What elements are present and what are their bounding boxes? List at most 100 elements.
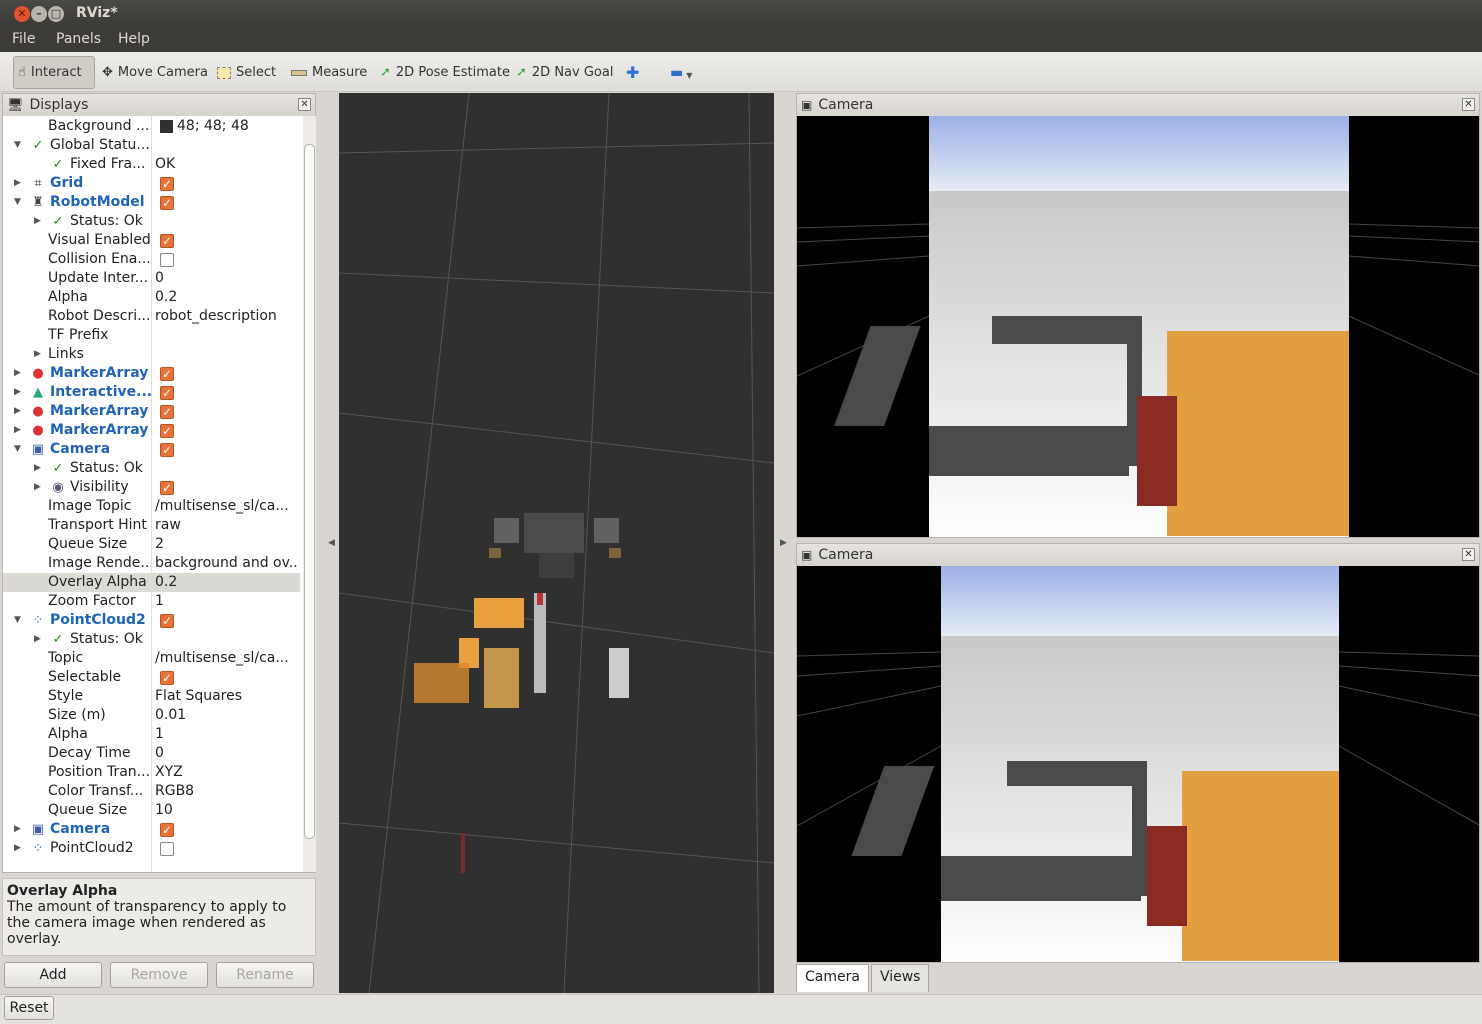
menu-file[interactable]: File (12, 31, 35, 47)
tree-row-value[interactable]: 2 (155, 535, 297, 554)
tree-row-value[interactable]: /multisense_sl/ca... (155, 649, 297, 668)
tree-row-value[interactable]: RGB8 (155, 782, 297, 801)
tree-row[interactable]: Selectable (3, 668, 300, 688)
expand-right-icon[interactable]: ▶ (34, 478, 44, 497)
tree-row[interactable]: Queue Size 10 (3, 801, 300, 820)
tree-row[interactable]: Size (m) 0.01 (3, 706, 300, 725)
tree-row[interactable]: ▶ ● MarkerArray (3, 421, 300, 441)
add-button[interactable]: Add (4, 962, 102, 988)
tree-row[interactable]: Image Topic/multisense_sl/ca... (3, 497, 300, 516)
tree-row[interactable]: Image Rende... background and ov... (3, 554, 300, 573)
tree-row[interactable]: ▼ ✓ Global Statu... (3, 136, 300, 155)
tree-row[interactable]: ▼ ▣ Camera (3, 440, 300, 460)
tree-row[interactable]: Collision Ena... (3, 250, 300, 269)
remove-button[interactable]: Remove (110, 962, 208, 988)
expand-right-icon[interactable]: ▶ (34, 459, 44, 478)
maximize-window-icon[interactable]: □ (48, 6, 64, 22)
close-window-icon[interactable]: ✕ (14, 6, 30, 22)
color-swatch[interactable] (160, 120, 173, 133)
splitter-left-arrow-icon[interactable]: ◀ (328, 538, 335, 548)
expand-right-icon[interactable]: ▶ (14, 839, 24, 858)
expand-right-icon[interactable]: ▶ (34, 212, 44, 231)
expand-right-icon[interactable]: ▶ (14, 421, 24, 440)
expand-right-icon[interactable]: ▶ (14, 402, 24, 421)
minimize-window-icon[interactable]: – (31, 6, 47, 22)
expand-right-icon[interactable]: ▶ (34, 345, 44, 364)
checkbox[interactable] (160, 232, 174, 251)
expand-down-icon[interactable]: ▼ (14, 136, 24, 155)
select-tool[interactable]: Select (213, 56, 280, 89)
tree-row-value[interactable]: Flat Squares (155, 687, 297, 706)
tree-row[interactable]: Color Transf... RGB8 (3, 782, 300, 801)
tree-row-value[interactable]: 10 (155, 801, 297, 820)
checkbox[interactable] (160, 821, 174, 840)
expand-right-icon[interactable]: ▶ (14, 174, 24, 193)
tree-row[interactable]: Transport Hint raw (3, 516, 300, 535)
tree-row[interactable]: TF Prefix (3, 326, 300, 345)
tree-row-value[interactable]: 0 (155, 744, 297, 763)
expand-right-icon[interactable]: ▶ (14, 364, 24, 383)
tree-row-value[interactable]: 0.01 (155, 706, 297, 725)
expand-down-icon[interactable]: ▼ (14, 193, 24, 212)
expand-down-icon[interactable]: ▼ (14, 440, 24, 459)
checkbox[interactable] (160, 175, 174, 194)
expand-right-icon[interactable]: ▶ (14, 383, 24, 402)
tree-row[interactable]: ▶ ⌗ Grid (3, 174, 300, 194)
splitter-right-arrow-icon[interactable]: ▶ (780, 538, 787, 548)
pose-estimate-tool[interactable]: ➚ 2D Pose Estimate (376, 56, 514, 89)
tree-row[interactable]: ✓ Fixed Fra... OK (3, 155, 300, 174)
tree-row[interactable]: ▶ ● MarkerArray (3, 402, 300, 422)
tree-row[interactable]: Overlay Alpha 0.2 (3, 573, 300, 592)
checkbox[interactable] (160, 422, 174, 441)
tree-row-value[interactable]: OK (155, 155, 297, 174)
tree-row-value[interactable]: XYZ (155, 763, 297, 782)
measure-tool[interactable]: Measure (287, 56, 371, 89)
tree-row[interactable]: ▶ ✓ Status: Ok (3, 212, 300, 231)
checkbox[interactable] (160, 612, 174, 631)
checkbox[interactable] (160, 842, 174, 856)
tree-row[interactable]: ▶ ⁘ PointCloud2 (3, 839, 300, 858)
checkbox[interactable] (160, 365, 174, 384)
checkbox[interactable] (160, 403, 174, 422)
tree-scrollbar[interactable] (303, 116, 316, 872)
scrollbar-thumb[interactable] (304, 144, 315, 839)
tree-row-value[interactable]: 0.2 (155, 288, 297, 307)
menu-help[interactable]: Help (118, 31, 150, 47)
checkbox[interactable] (160, 194, 174, 213)
tree-row-value[interactable]: 48; 48; 48 (177, 117, 300, 136)
expand-right-icon[interactable]: ▶ (14, 820, 24, 839)
tree-row-value[interactable]: 1 (155, 592, 297, 611)
render-view-3d[interactable] (339, 93, 774, 993)
tree-row[interactable]: ▶ ▣ Camera (3, 820, 300, 840)
tree-row[interactable]: ▶ ◉ Visibility (3, 478, 300, 498)
tree-row-value[interactable]: /multisense_sl/ca... (155, 497, 297, 516)
remove-tool-button[interactable]: ▬ ▼ (666, 56, 696, 89)
add-tool-button[interactable]: ✚ (622, 56, 643, 89)
tree-row[interactable]: Visual Enabled (3, 231, 300, 251)
tree-row-value[interactable]: 1 (155, 725, 297, 744)
tree-row[interactable]: Alpha 1 (3, 725, 300, 744)
tree-row[interactable]: Topic/multisense_sl/ca... (3, 649, 300, 668)
tree-row[interactable]: Alpha 0.2 (3, 288, 300, 307)
tree-row[interactable]: Background ... 48; 48; 48 (3, 117, 300, 136)
move-camera-tool[interactable]: ✥ Move Camera (98, 56, 212, 89)
tree-row[interactable]: ▶ ✓ Status: Ok (3, 630, 300, 649)
checkbox[interactable] (160, 384, 174, 403)
tree-row-value[interactable]: background and ov... (155, 554, 297, 573)
tree-row-value[interactable]: 0.2 (155, 573, 297, 592)
tree-row[interactable]: Style Flat Squares (3, 687, 300, 706)
tree-row[interactable]: Update Inter... 0 (3, 269, 300, 288)
tree-row-value[interactable]: robot_description (155, 307, 297, 326)
checkbox[interactable] (160, 669, 174, 688)
tab-camera[interactable]: Camera (796, 964, 869, 992)
nav-goal-tool[interactable]: ➚ 2D Nav Goal (512, 56, 617, 89)
checkbox[interactable] (160, 253, 174, 267)
interact-tool[interactable]: ☝ Interact (13, 56, 95, 89)
close-icon[interactable]: ✕ (298, 98, 311, 111)
tree-row[interactable]: ▶ ✓ Status: Ok (3, 459, 300, 478)
expand-down-icon[interactable]: ▼ (14, 611, 24, 630)
menu-panels[interactable]: Panels (56, 31, 101, 47)
tree-row[interactable]: ▶ ● MarkerArray (3, 364, 300, 384)
tree-row[interactable]: ▶ ▲ Interactive... (3, 383, 300, 403)
close-icon[interactable]: ✕ (1462, 98, 1475, 111)
